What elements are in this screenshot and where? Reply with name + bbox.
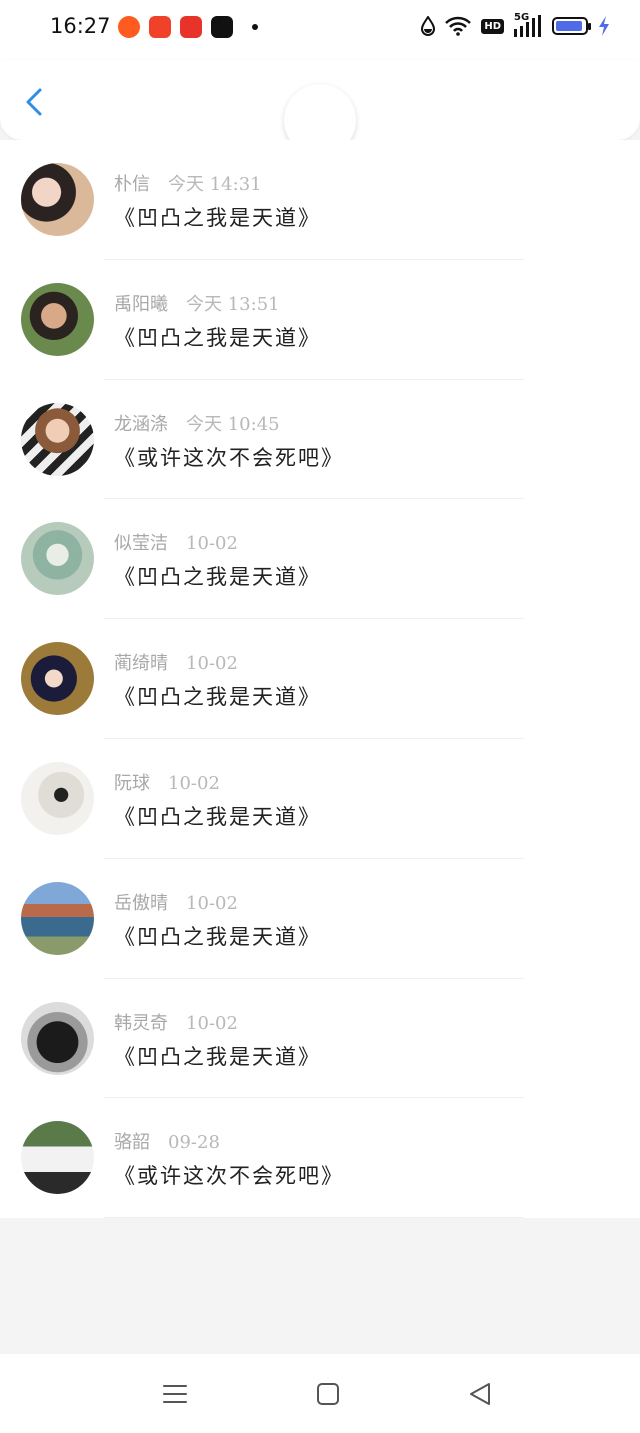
hd-badge: HD — [481, 18, 504, 34]
message-text: 《凹凸之我是天道》 — [114, 685, 321, 710]
message-meta: 朴信 今天 14:31 — [114, 170, 262, 196]
list-item[interactable]: 朴信 今天 14:31 《凹凸之我是天道》 — [0, 140, 640, 260]
message-meta: 禹阳曦 今天 13:51 — [114, 290, 280, 316]
message-text: 《凹凸之我是天道》 — [114, 924, 321, 949]
message-meta: 似莹洁 10-02 — [114, 529, 238, 555]
list-item[interactable]: 蔺绮晴 10-02 《凹凸之我是天道》 — [0, 619, 640, 739]
sender-name: 龙涵涤 — [114, 413, 168, 435]
message-list: 朴信 今天 14:31 《凹凸之我是天道》 禹阳曦 今天 13:51 《凹凸之我是天… — [0, 140, 640, 1219]
sender-name: 禹阳曦 — [114, 293, 168, 315]
notification-dot-icon — [252, 24, 258, 30]
app-icon-red — [149, 16, 171, 38]
sender-name: 韩灵奇 — [114, 1012, 168, 1034]
system-nav-bar — [0, 1354, 640, 1433]
chevron-left-icon — [26, 88, 42, 116]
avatar — [21, 402, 94, 476]
message-time: 今天 13:51 — [186, 293, 280, 315]
message-time: 今天 14:31 — [168, 174, 262, 195]
message-text: 《凹凸之我是天道》 — [114, 325, 321, 350]
message-meta: 韩灵奇 10-02 — [114, 1009, 238, 1035]
water-drop-icon — [421, 16, 436, 36]
message-meta: 骆韶 09-28 — [114, 1128, 220, 1154]
app-icon-toutiao — [180, 16, 202, 38]
avatar — [21, 163, 94, 236]
message-time: 10-02 — [186, 892, 238, 914]
system-back-button[interactable] — [465, 1378, 497, 1410]
list-item[interactable]: 韩灵奇 10-02 《凹凸之我是天道》 — [0, 979, 640, 1099]
message-time: 10-02 — [168, 772, 220, 794]
message-meta: 蔺绮晴 10-02 — [114, 649, 238, 675]
list-item[interactable]: 龙涵涤 今天 10:45 《或许这次不会死吧》 — [0, 380, 640, 500]
message-text: 《凹凸之我是天道》 — [114, 804, 321, 829]
status-indicators: HD 5G — [421, 12, 610, 37]
status-app-icons — [118, 16, 258, 38]
message-text: 《凹凸之我是天道》 — [114, 206, 321, 230]
app-icon-tiktok — [211, 16, 233, 38]
sender-name: 岳傲晴 — [114, 892, 168, 914]
list-item[interactable]: 禹阳曦 今天 13:51 《凹凸之我是天道》 — [0, 260, 640, 380]
avatar — [21, 761, 94, 835]
avatar — [21, 282, 94, 356]
home-square-icon — [317, 1383, 339, 1405]
message-time: 09-28 — [168, 1132, 220, 1154]
back-triangle-icon — [470, 1383, 490, 1405]
avatar — [21, 1121, 94, 1195]
signal-5g-icon: 5G — [514, 12, 542, 37]
sender-name: 阮球 — [114, 772, 150, 794]
sender-name: 骆韶 — [114, 1132, 150, 1154]
wifi-icon — [445, 16, 472, 36]
sender-name: 似莹洁 — [114, 533, 168, 555]
avatar — [21, 522, 94, 596]
charging-bolt-icon — [599, 16, 609, 36]
status-time: 16:27 — [50, 14, 111, 38]
app-icon-orange — [118, 16, 140, 38]
avatar — [21, 1001, 94, 1075]
message-time: 今天 10:45 — [186, 413, 280, 435]
message-text: 《或许这次不会死吧》 — [114, 1164, 344, 1189]
message-time: 10-02 — [186, 1012, 238, 1034]
list-item[interactable]: 阮球 10-02 《凹凸之我是天道》 — [0, 739, 640, 859]
home-button[interactable] — [312, 1378, 344, 1410]
message-meta: 龙涵涤 今天 10:45 — [114, 410, 280, 436]
message-text: 《凹凸之我是天道》 — [114, 1044, 321, 1069]
avatar — [21, 642, 94, 716]
message-time: 10-02 — [186, 533, 238, 555]
list-item[interactable]: 岳傲晴 10-02 《凹凸之我是天道》 — [0, 859, 640, 979]
sender-name: 蔺绮晴 — [114, 653, 168, 675]
list-item[interactable]: 似莹洁 10-02 《凹凸之我是天道》 — [0, 499, 640, 619]
menu-button[interactable] — [159, 1378, 191, 1410]
list-item[interactable]: 骆韶 09-28 《或许这次不会死吧》 — [0, 1098, 640, 1218]
menu-icon — [163, 1385, 187, 1403]
message-text: 《或许这次不会死吧》 — [114, 445, 344, 470]
message-meta: 岳傲晴 10-02 — [114, 889, 238, 915]
status-bar: 16:27 HD 5G — [0, 0, 640, 60]
battery-icon — [552, 17, 591, 35]
message-time: 10-02 — [186, 653, 238, 675]
avatar — [21, 881, 94, 955]
message-meta: 阮球 10-02 — [114, 769, 220, 795]
sender-name: 朴信 — [114, 174, 150, 195]
back-button[interactable] — [20, 82, 50, 122]
message-text: 《凹凸之我是天道》 — [114, 565, 321, 590]
